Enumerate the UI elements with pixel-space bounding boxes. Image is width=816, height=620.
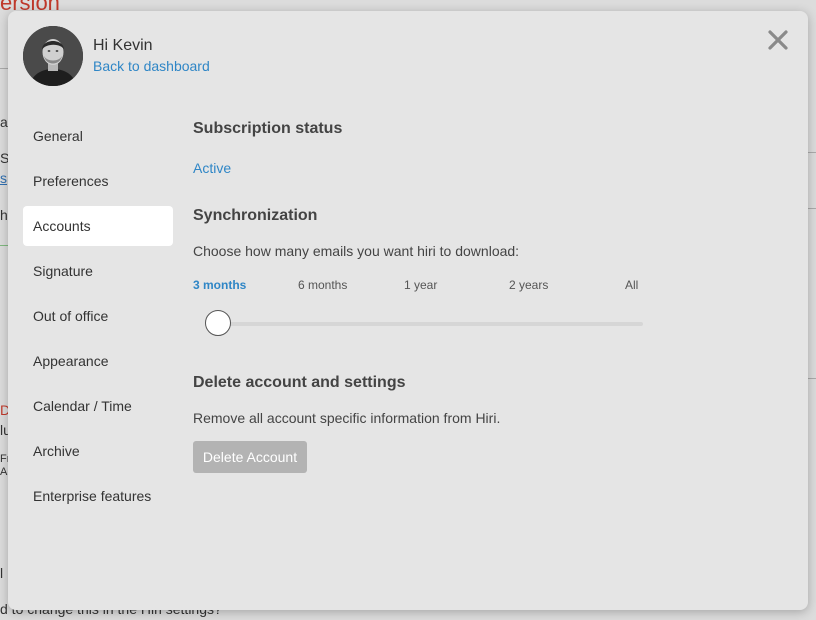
delete-account-heading: Delete account and settings bbox=[193, 374, 406, 391]
synchronization-heading: Synchronization bbox=[193, 207, 318, 224]
settings-modal: Hi Kevin Back to dashboard General Prefe… bbox=[8, 11, 808, 610]
background-text-fragment: A bbox=[0, 466, 8, 478]
background-text-fragment: l bbox=[0, 565, 4, 581]
sync-option-1-year[interactable]: 1 year bbox=[404, 278, 437, 292]
sync-option-all[interactable]: All bbox=[625, 278, 638, 292]
delete-account-description: Remove all account specific information … bbox=[193, 410, 501, 426]
sidebar-item-general[interactable]: General bbox=[23, 116, 173, 156]
background-divider bbox=[0, 245, 8, 246]
sync-slider-thumb[interactable] bbox=[205, 310, 231, 336]
avatar-image bbox=[23, 26, 83, 86]
background-link-fragment: s bbox=[0, 170, 7, 186]
sidebar-item-accounts[interactable]: Accounts bbox=[23, 206, 173, 246]
sync-option-3-months[interactable]: 3 months bbox=[193, 278, 246, 292]
sidebar-item-calendar-time[interactable]: Calendar / Time bbox=[23, 386, 173, 426]
background-divider bbox=[808, 152, 816, 153]
sync-slider-track[interactable] bbox=[215, 322, 643, 326]
subscription-status-heading: Subscription status bbox=[193, 120, 343, 137]
sidebar-item-out-of-office[interactable]: Out of office bbox=[23, 296, 173, 336]
sync-option-2-years[interactable]: 2 years bbox=[509, 278, 548, 292]
sidebar-item-preferences[interactable]: Preferences bbox=[23, 161, 173, 201]
back-to-dashboard-link[interactable]: Back to dashboard bbox=[93, 58, 210, 74]
delete-account-button[interactable]: Delete Account bbox=[193, 441, 307, 473]
avatar bbox=[23, 26, 83, 86]
user-greeting: Hi Kevin bbox=[93, 37, 153, 54]
subscription-status-value: Active bbox=[193, 160, 232, 176]
sidebar-item-enterprise-features[interactable]: Enterprise features bbox=[23, 476, 173, 516]
synchronization-description: Choose how many emails you want hiri to … bbox=[193, 243, 520, 259]
background-text-fragment: a bbox=[0, 114, 8, 130]
close-button[interactable] bbox=[766, 28, 790, 52]
background-divider bbox=[0, 68, 8, 69]
background-divider bbox=[808, 208, 816, 209]
settings-sidebar: General Preferences Accounts Signature O… bbox=[23, 116, 173, 521]
sidebar-item-appearance[interactable]: Appearance bbox=[23, 341, 173, 381]
sidebar-item-signature[interactable]: Signature bbox=[23, 251, 173, 291]
background-text-fragment: h bbox=[0, 207, 8, 223]
sync-option-6-months[interactable]: 6 months bbox=[298, 278, 347, 292]
sidebar-item-archive[interactable]: Archive bbox=[23, 431, 173, 471]
background-divider bbox=[808, 378, 816, 379]
close-icon bbox=[768, 30, 788, 50]
